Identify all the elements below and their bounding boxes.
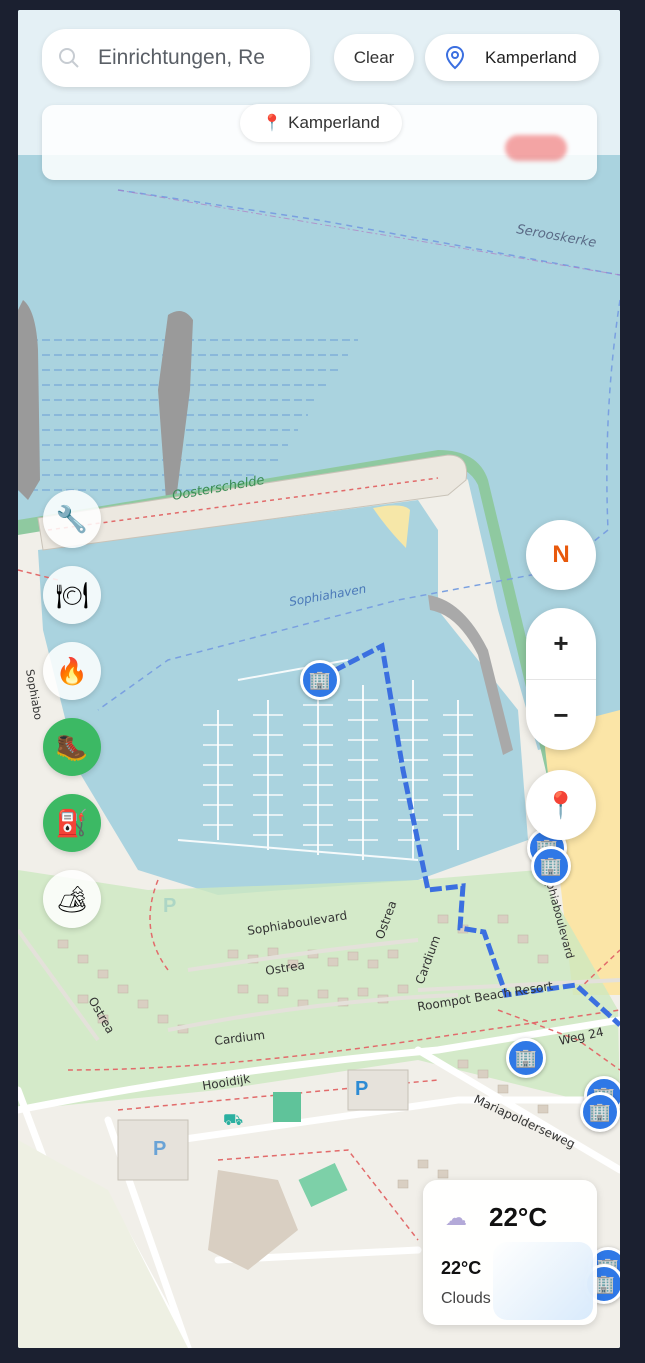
search-box[interactable] bbox=[42, 29, 310, 87]
svg-text:⛟: ⛟ bbox=[223, 1110, 243, 1129]
poi-marker-building[interactable]: 🏢 bbox=[300, 660, 340, 700]
category-fuel-button[interactable]: ⛽ bbox=[43, 794, 101, 852]
restaurant-icon: 🍽 bbox=[55, 579, 89, 610]
search-input[interactable] bbox=[96, 45, 290, 71]
location-label: Kamperland bbox=[485, 47, 577, 67]
fire-icon: 🔥 bbox=[55, 655, 89, 686]
zoom-in-button[interactable]: + bbox=[526, 608, 596, 680]
compass-north-label: N bbox=[552, 541, 570, 568]
poi-marker-building[interactable]: 🏢 bbox=[506, 1038, 546, 1078]
category-camping-button[interactable]: 🏕 bbox=[43, 870, 101, 928]
category-restaurant-button[interactable]: 🍽 bbox=[43, 566, 101, 624]
poi-marker-building[interactable]: 🏢 bbox=[531, 846, 571, 886]
cloud-icon: ☁ bbox=[445, 1205, 467, 1230]
category-tools-button[interactable]: 🔧 bbox=[43, 490, 101, 548]
weather-description: Clouds bbox=[441, 1290, 491, 1307]
clear-button[interactable]: Clear bbox=[334, 34, 414, 81]
location-chip[interactable]: 📍 Kamperland bbox=[240, 104, 402, 142]
weather-glow bbox=[493, 1242, 593, 1320]
red-pin-icon: 📍 bbox=[544, 789, 578, 820]
clear-label: Clear bbox=[353, 47, 395, 67]
drop-pin-button[interactable]: 📍 bbox=[526, 770, 596, 840]
chip-label: Kamperland bbox=[288, 113, 380, 132]
weather-widget[interactable]: ☁ 22°C 22°C Clouds bbox=[423, 1180, 597, 1325]
location-button[interactable]: Kamperland bbox=[425, 34, 599, 81]
svg-text:P: P bbox=[153, 1138, 166, 1160]
category-hiking-button[interactable]: 🥾 bbox=[43, 718, 101, 776]
tools-icon: 🔧 bbox=[55, 503, 89, 534]
category-fire-button[interactable]: 🔥 bbox=[43, 642, 101, 700]
svg-text:P: P bbox=[355, 1078, 368, 1100]
weather-temp-sub: 22°C bbox=[441, 1258, 482, 1278]
red-pin-icon: 📍 bbox=[262, 115, 283, 132]
camping-icon: 🏕 bbox=[55, 883, 89, 914]
app-frame: P P ⛟ Oosterschelde Serooskerke Sophiaha… bbox=[18, 10, 620, 1348]
search-icon bbox=[59, 48, 79, 68]
zoom-control: + − bbox=[526, 608, 596, 750]
hiking-boot-icon: 🥾 bbox=[55, 731, 89, 762]
poi-marker-building[interactable]: 🏢 bbox=[580, 1092, 620, 1132]
location-pin-icon bbox=[445, 45, 465, 69]
compass-button[interactable]: N bbox=[526, 520, 596, 590]
fuel-pump-icon: ⛽ bbox=[55, 807, 89, 838]
zoom-out-button[interactable]: − bbox=[526, 680, 596, 750]
weather-temp-main: 22°C bbox=[489, 1202, 548, 1232]
filter-action bbox=[505, 135, 567, 161]
